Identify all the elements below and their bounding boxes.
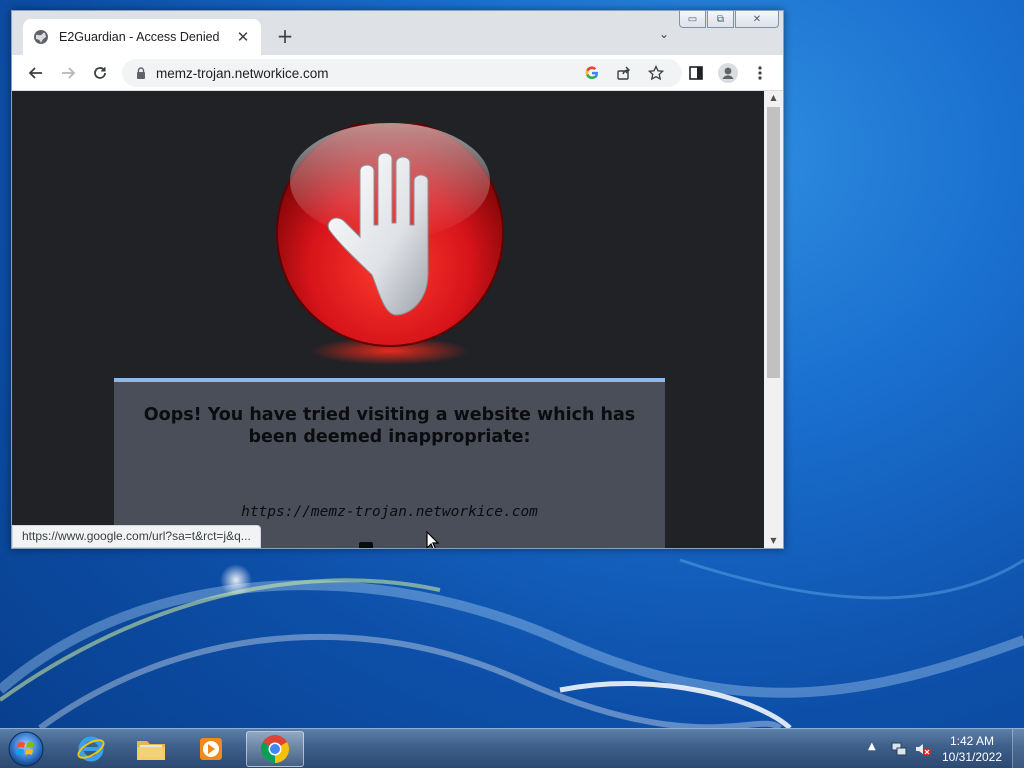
- menu-button[interactable]: [748, 61, 772, 85]
- browser-window: ▭ ⧉ ✕ E2Guardian - Access Denied ✕ + ⌄ m…: [11, 10, 784, 549]
- globe-icon: [34, 30, 48, 44]
- side-panel-icon: [689, 66, 703, 80]
- page-viewport: Oops! You have tried visiting a website …: [12, 91, 764, 548]
- taskbar-chrome[interactable]: [246, 731, 304, 767]
- chrome-icon: [261, 735, 289, 763]
- blocked-url: https://memz-trojan.networkice.com: [241, 504, 538, 520]
- browser-toolbar: memz-trojan.networkice.com: [12, 55, 783, 91]
- forward-button[interactable]: [56, 61, 80, 85]
- taskbar: ▲ 1:42 AM 10/31/2022: [0, 728, 1024, 768]
- volume-muted-icon[interactable]: [914, 740, 932, 758]
- start-button[interactable]: [6, 730, 46, 768]
- google-icon: [585, 66, 598, 80]
- tab-title: E2Guardian - Access Denied: [59, 30, 220, 44]
- stop-hand-icon: [276, 123, 504, 365]
- side-panel-button[interactable]: [684, 61, 708, 85]
- page-scrollbar[interactable]: ▲ ▼: [764, 91, 783, 548]
- reload-button[interactable]: [88, 61, 112, 85]
- clock-date: 10/31/2022: [941, 750, 1003, 764]
- show-hidden-icons-button[interactable]: ▲: [868, 741, 876, 752]
- mouse-cursor-icon: [426, 531, 440, 548]
- show-desktop-button[interactable]: [1012, 729, 1024, 768]
- tab-strip: E2Guardian - Access Denied ✕ + ⌄: [12, 11, 783, 55]
- scroll-up-arrow-icon[interactable]: ▲: [764, 91, 783, 105]
- address-bar-url: memz-trojan.networkice.com: [156, 65, 329, 81]
- denied-message: Oops! You have tried visiting a website …: [143, 405, 636, 447]
- scroll-down-arrow-icon[interactable]: ▼: [764, 534, 783, 548]
- clock-time: 1:42 AM: [949, 734, 995, 748]
- profile-avatar-icon: [718, 63, 738, 83]
- lock-icon: [137, 67, 145, 79]
- share-icon: [617, 66, 630, 80]
- internet-explorer-icon: [77, 736, 105, 762]
- google-lens-button[interactable]: [580, 61, 604, 85]
- media-player-icon: [200, 738, 222, 760]
- link-status-bubble: https://www.google.com/url?sa=t&rct=j&q.…: [12, 525, 261, 548]
- scrollbar-thumb[interactable]: [767, 107, 780, 378]
- network-icon[interactable]: [890, 740, 908, 758]
- back-arrow-icon: [28, 67, 42, 79]
- taskbar-internet-explorer[interactable]: [62, 731, 120, 767]
- taskbar-clock[interactable]: 1:42 AM 10/31/2022: [936, 733, 1008, 765]
- star-icon: [648, 65, 664, 81]
- share-button[interactable]: [612, 61, 636, 85]
- folder-icon: [137, 741, 165, 760]
- tab-search-button[interactable]: ⌄: [654, 27, 674, 47]
- denied-panel: Oops! You have tried visiting a website …: [114, 378, 665, 548]
- tab-e2guardian[interactable]: E2Guardian - Access Denied ✕: [23, 19, 261, 55]
- profile-button[interactable]: [716, 61, 740, 85]
- back-button[interactable]: [24, 61, 48, 85]
- bookmark-star-button[interactable]: [644, 61, 668, 85]
- clipped-text-fragment: [359, 542, 373, 548]
- kebab-menu-icon: [758, 66, 762, 80]
- new-tab-button[interactable]: +: [273, 25, 297, 49]
- reload-icon: [94, 67, 106, 79]
- taskbar-media-player[interactable]: [182, 731, 240, 767]
- forward-arrow-icon: [62, 67, 76, 79]
- taskbar-windows-explorer[interactable]: [122, 731, 180, 767]
- tab-close-icon[interactable]: ✕: [235, 28, 251, 46]
